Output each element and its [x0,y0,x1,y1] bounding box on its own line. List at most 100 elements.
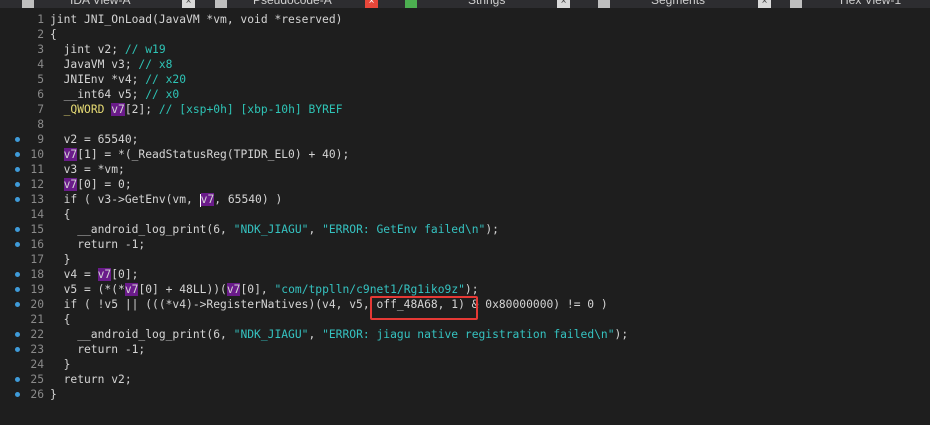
code-text[interactable]: v2 = 65540; [50,132,139,147]
breakpoint-dot-icon[interactable] [15,167,20,172]
breakpoint-dot-icon[interactable] [15,302,20,307]
code-text[interactable]: } [50,252,71,267]
code-line[interactable]: 14 { [0,207,930,222]
code-text[interactable]: JavaVM v3; // x8 [50,57,173,72]
ida-view-icon [22,0,34,8]
line-number: 23 [30,343,44,356]
code-text[interactable]: return -1; [50,342,145,357]
code-line[interactable]: 16 return -1; [0,237,930,252]
breakpoint-dot-icon[interactable] [15,272,20,277]
code-text[interactable]: jint v2; // w19 [50,42,166,57]
breakpoint-dot-icon[interactable] [15,347,20,352]
breakpoint-dot-icon[interactable] [15,392,20,397]
breakpoint-dot-icon[interactable] [15,242,20,247]
code-line[interactable]: 4 JavaVM v3; // x8 [0,57,930,72]
line-number: 17 [30,253,44,266]
breakpoint-dot-icon[interactable] [15,287,20,292]
code-line[interactable]: 24 } [0,357,930,372]
code-line[interactable]: 1 jint JNI_OnLoad(JavaVM *vm, void *reser… [0,12,930,27]
line-number: 7 [37,103,44,116]
code-line[interactable]: 17 } [0,252,930,267]
tab-segments[interactable]: Segments × [598,0,773,8]
code-line[interactable]: 3 jint v2; // w19 [0,42,930,57]
line-number: 1 [37,13,44,26]
code-token: "NDK_JIAGU" [233,223,309,236]
code-line[interactable]: 26} [0,387,930,402]
tab-hex-view[interactable]: Hex View-1 [790,0,930,8]
code-line[interactable]: 9 v2 = 65540; [0,132,930,147]
code-line[interactable]: 6 __int64 v5; // x0 [0,87,930,102]
code-token: _QWORD [63,103,105,116]
code-text[interactable]: _QWORD v7[2]; // [xsp+0h] [xbp-10h] BYRE… [50,102,343,117]
breakpoint-dot-icon[interactable] [15,377,20,382]
close-icon[interactable]: × [557,0,570,8]
highlight-box [370,296,478,320]
code-line[interactable]: 22 __android_log_print(6, "NDK_JIAGU", "… [0,327,930,342]
code-text[interactable]: return v2; [50,372,132,387]
tab-bar: IDA View-A × Pseudocode-A × Strings × Se… [0,0,930,8]
code-text[interactable]: v4 = v7[0]; [50,267,138,282]
code-line[interactable]: 7 _QWORD v7[2]; // [xsp+0h] [xbp-10h] BY… [0,102,930,117]
code-token: v7 [200,193,215,206]
code-text[interactable]: { [50,207,71,222]
breakpoint-dot-icon[interactable] [15,197,20,202]
line-number: 18 [30,268,44,281]
hex-view-icon [790,0,802,8]
line-number: 9 [37,133,44,146]
code-text[interactable]: { [50,27,57,42]
breakpoint-dot-icon[interactable] [15,137,20,142]
code-token: // x0 [145,88,180,101]
breakpoint-dot-icon[interactable] [15,227,20,232]
line-number: 25 [30,373,44,386]
code-line[interactable]: 12 v7[0] = 0; [0,177,930,192]
code-line[interactable]: 25 return v2; [0,372,930,387]
line-number: 21 [30,313,44,326]
close-icon[interactable]: × [182,0,195,8]
code-text[interactable]: if ( !v5 || (((*v4)->RegisterNatives)(v4… [50,297,608,312]
code-line[interactable]: 19 v5 = (*(*v7[0] + 48LL))(v7[0], "com/t… [0,282,930,297]
code-line[interactable]: 5 JNIEnv *v4; // x20 [0,72,930,87]
line-number: 12 [30,178,44,191]
tab-label: IDA View-A [70,0,131,7]
code-text[interactable]: v5 = (*(*v7[0] + 48LL))(v7[0], "com/tppl… [50,282,479,297]
tab-strings[interactable]: Strings × [405,0,570,8]
breakpoint-dot-icon[interactable] [15,332,20,337]
close-icon[interactable]: × [758,0,771,8]
tab-ida-view[interactable]: IDA View-A × [22,0,195,8]
code-line[interactable]: 10 v7[1] = *(_ReadStatusReg(TPIDR_EL0) +… [0,147,930,162]
code-text[interactable]: __int64 v5; // x0 [50,87,180,102]
code-text[interactable]: jint JNI_OnLoad(JavaVM *vm, void *reserv… [50,12,342,27]
code-text[interactable]: if ( v3->GetEnv(vm, v7, 65540) ) [50,192,282,207]
tab-pseudocode[interactable]: Pseudocode-A × [215,0,380,8]
close-icon[interactable]: × [365,0,378,8]
code-line[interactable]: 13 if ( v3->GetEnv(vm, v7, 65540) ) [0,192,930,207]
code-token: v7 [63,178,78,191]
code-text[interactable]: v7[1] = *(_ReadStatusReg(TPIDR_EL0) + 40… [50,147,349,162]
code-line[interactable]: 2{ [0,27,930,42]
code-token: "ERROR: GetEnv failed\n" [322,223,486,236]
code-text[interactable]: } [50,387,57,402]
line-number: 22 [30,328,44,341]
code-text[interactable]: } [50,357,71,372]
code-text[interactable]: v7[0] = 0; [50,177,132,192]
code-line[interactable]: 23 return -1; [0,342,930,357]
code-line[interactable]: 11 v3 = *vm; [0,162,930,177]
code-line[interactable]: 18 v4 = v7[0]; [0,267,930,282]
code-token: // [xsp+0h] [xbp-10h] BYREF [158,103,343,116]
code-text[interactable]: v3 = *vm; [50,162,125,177]
pseudocode-view[interactable]: 1 jint JNI_OnLoad(JavaVM *vm, void *reser… [0,12,930,402]
code-text[interactable]: return -1; [50,237,145,252]
code-text[interactable]: __android_log_print(6, "NDK_JIAGU", "ERR… [50,222,499,237]
code-token: v7 [111,103,125,116]
code-text[interactable]: { [50,312,71,327]
code-text[interactable]: JNIEnv *v4; // x20 [50,72,186,87]
breakpoint-dot-icon[interactable] [15,182,20,187]
breakpoint-dot-icon[interactable] [15,152,20,157]
code-text[interactable]: __android_log_print(6, "NDK_JIAGU", "ERR… [50,327,628,342]
code-line[interactable]: 15 __android_log_print(6, "NDK_JIAGU", "… [0,222,930,237]
code-token: v7 [124,283,139,296]
tab-label: Hex View-1 [840,0,902,7]
code-line[interactable]: 8 [0,117,930,132]
line-number: 19 [30,283,44,296]
code-token: // x8 [138,58,173,71]
